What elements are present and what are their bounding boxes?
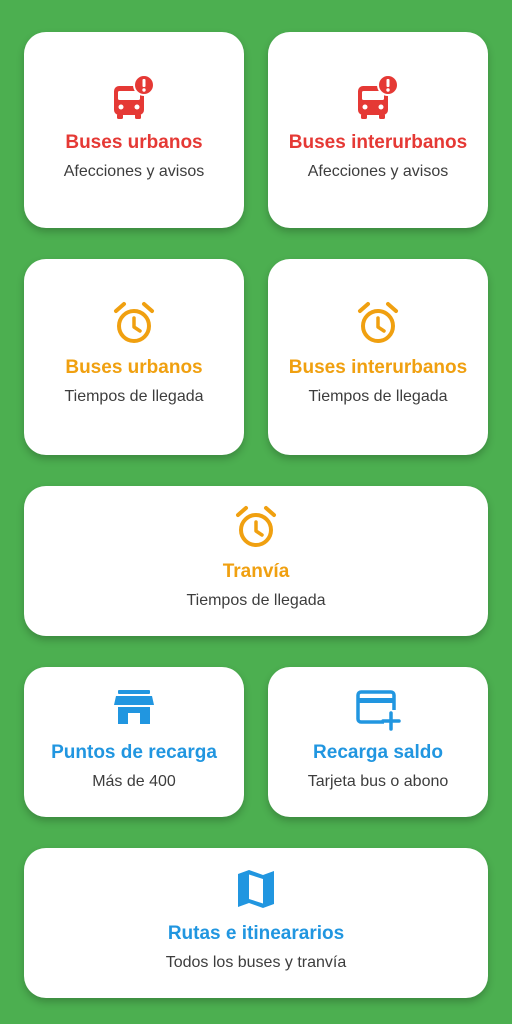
card-subtitle: Más de 400: [92, 773, 176, 790]
credit-card-plus-icon: [354, 684, 402, 732]
card-title: Recarga saldo: [313, 742, 443, 763]
card-title: Rutas e itineararios: [167, 923, 345, 944]
card-subtitle: Tiempos de llegada: [308, 388, 448, 405]
card-interurban-bus-alerts[interactable]: Buses interurbanos Afecciones y avisos: [268, 32, 488, 228]
bus-alert-icon: [110, 74, 158, 122]
card-title: Buses urbanos: [65, 132, 203, 153]
card-title: Buses interurbanos: [288, 357, 468, 378]
card-subtitle: Tiempos de llegada: [186, 592, 326, 609]
bus-alert-icon: [354, 74, 402, 122]
card-tram-arrivals[interactable]: Tranvía Tiempos de llegada: [24, 486, 488, 636]
card-subtitle: Afecciones y avisos: [63, 163, 205, 180]
card-subtitle: Tiempos de llegada: [64, 388, 204, 405]
map-icon: [232, 865, 280, 913]
alarm-clock-icon: [232, 503, 280, 551]
card-subtitle: Afecciones y avisos: [307, 163, 449, 180]
store-icon: [110, 684, 158, 732]
card-title: Buses urbanos: [65, 357, 203, 378]
alarm-clock-icon: [354, 299, 402, 347]
card-subtitle: Todos los buses y tranvía: [165, 954, 347, 971]
card-urban-bus-alerts[interactable]: Buses urbanos Afecciones y avisos: [24, 32, 244, 228]
card-routes-itineraries[interactable]: Rutas e itineararios Todos los buses y t…: [24, 848, 488, 998]
card-urban-bus-arrivals[interactable]: Buses urbanos Tiempos de llegada: [24, 259, 244, 455]
card-recharge-balance[interactable]: Recarga saldo Tarjeta bus o abono: [268, 667, 488, 817]
alarm-clock-icon: [110, 299, 158, 347]
card-interurban-bus-arrivals[interactable]: Buses interurbanos Tiempos de llegada: [268, 259, 488, 455]
card-title: Tranvía: [222, 561, 290, 582]
card-subtitle: Tarjeta bus o abono: [307, 773, 449, 790]
card-recharge-points[interactable]: Puntos de recarga Más de 400: [24, 667, 244, 817]
card-title: Buses interurbanos: [288, 132, 468, 153]
card-title: Puntos de recarga: [51, 742, 217, 763]
